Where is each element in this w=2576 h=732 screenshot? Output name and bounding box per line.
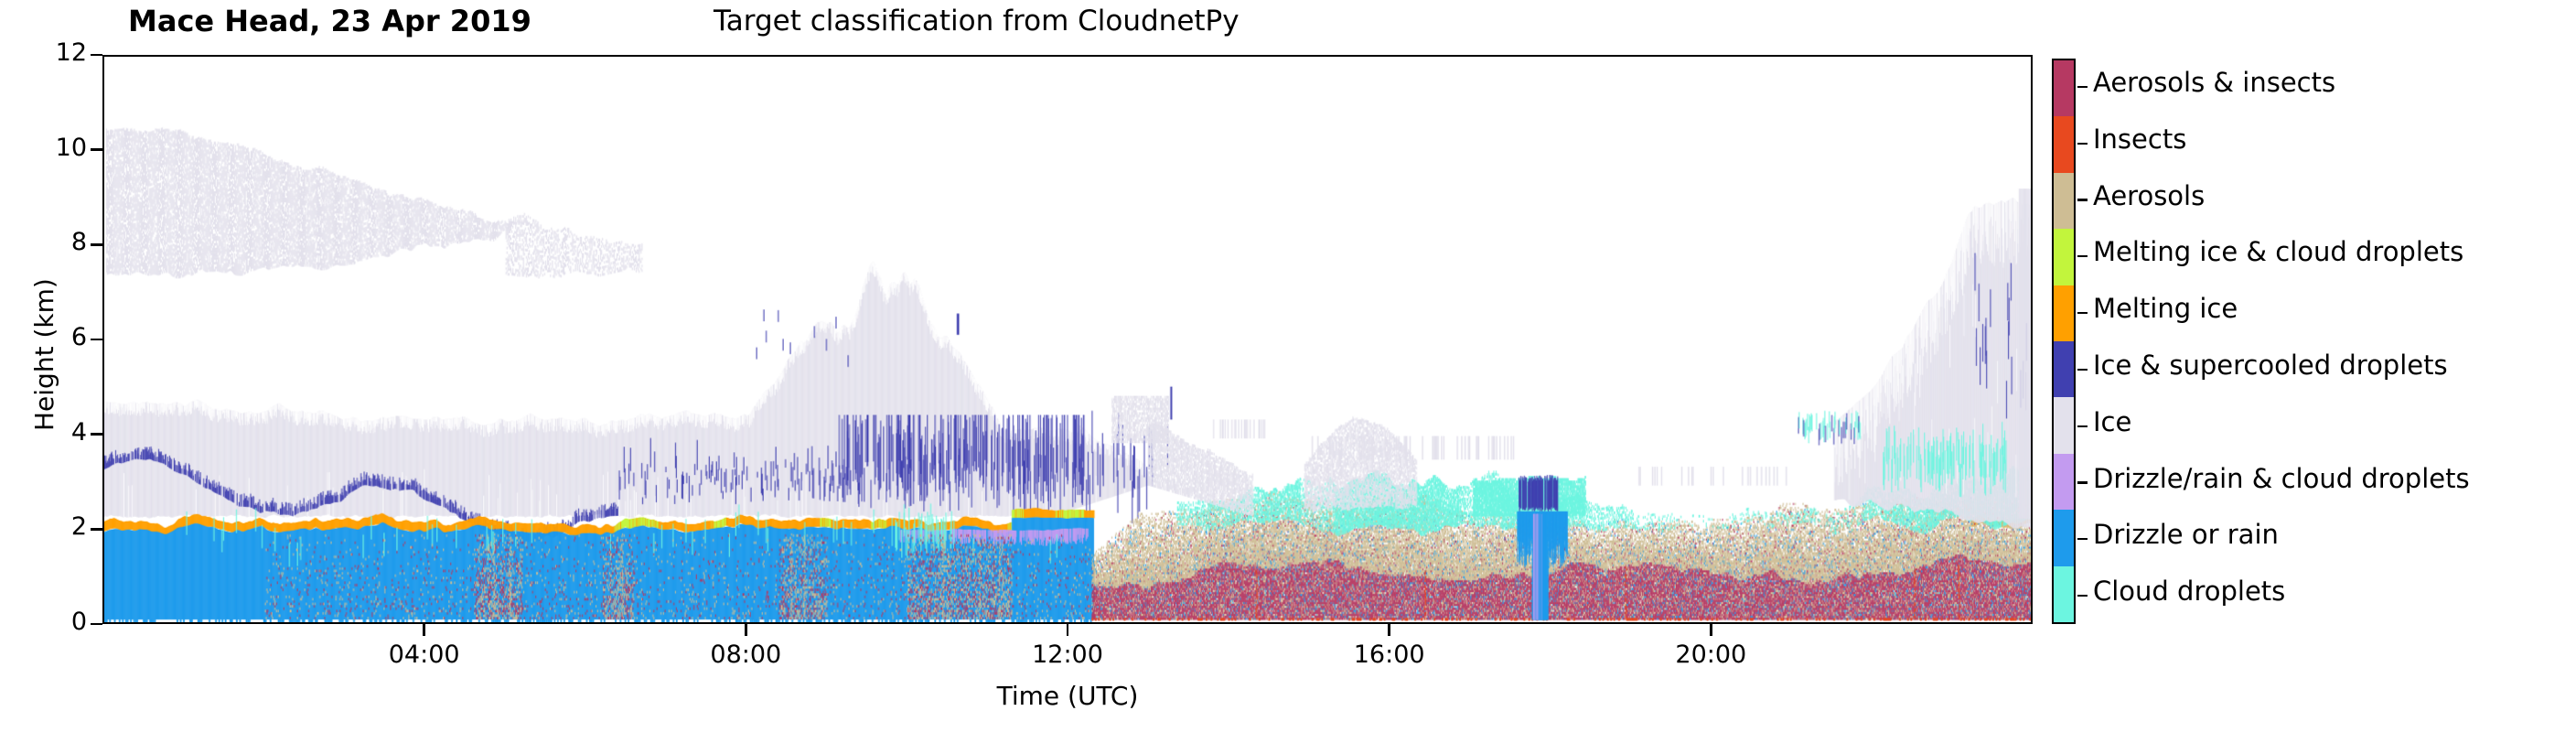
legend-swatch[interactable] [2054, 229, 2074, 285]
legend-tick [2077, 85, 2088, 89]
legend-tick [2077, 142, 2088, 145]
x-axis-tick-label: 16:00 [1353, 640, 1425, 669]
y-axis-tick-label: 8 [70, 228, 87, 257]
y-axis-label: Height (km) [29, 278, 59, 431]
page-title: Target classification from CloudnetPy [714, 5, 1240, 38]
legend-swatch[interactable] [2054, 565, 2074, 623]
y-axis-tick-label: 6 [70, 323, 87, 351]
y-axis-tick [91, 338, 102, 341]
legend-tick [2077, 481, 2088, 484]
y-axis-tick-label: 12 [55, 38, 87, 67]
x-axis-tick-label: 20:00 [1675, 640, 1747, 669]
legend-swatch[interactable] [2054, 60, 2074, 117]
x-axis-tick [1710, 624, 1712, 636]
legend-tick [2077, 199, 2088, 201]
x-axis-label: Time (UTC) [996, 681, 1139, 711]
y-axis-tick-label: 0 [70, 608, 87, 636]
x-axis-tick [745, 624, 747, 636]
y-axis-tick [91, 53, 102, 57]
x-axis-tick [423, 624, 425, 636]
x-axis-tick-label: 12:00 [1032, 640, 1103, 669]
x-axis-tick [1066, 624, 1069, 636]
legend-label: Aerosols & insects [2093, 66, 2336, 98]
legend-label: Drizzle/rain & cloud droplets [2093, 462, 2470, 494]
x-axis-tick [1388, 624, 1390, 636]
y-axis-tick-label: 10 [55, 133, 87, 162]
legend-swatch[interactable] [2054, 172, 2074, 230]
legend-swatch[interactable] [2054, 510, 2074, 566]
legend-swatch[interactable] [2054, 397, 2074, 454]
legend-tick [2077, 425, 2088, 427]
y-axis-tick-label: 4 [70, 417, 87, 447]
plot-area [102, 55, 2033, 624]
legend-tick [2077, 311, 2088, 315]
legend-label: Ice & supercooled droplets [2093, 349, 2448, 381]
legend-colorbar [2052, 59, 2076, 624]
legend-label: Melting ice [2093, 293, 2238, 325]
site-date-title: Mace Head, 23 Apr 2019 [128, 4, 531, 38]
legend-tick [2077, 538, 2088, 541]
legend-tick [2077, 594, 2088, 597]
y-axis-tick [91, 243, 102, 246]
classification-heatmap [104, 57, 2031, 622]
legend-label: Aerosols [2093, 179, 2206, 211]
legend-tick [2077, 255, 2088, 258]
legend-label: Ice [2093, 405, 2132, 437]
legend-swatch[interactable] [2054, 341, 2074, 398]
x-axis-tick-label: 08:00 [710, 640, 782, 669]
figure-root: Mace Head, 23 Apr 2019 Target classifica… [0, 0, 2576, 732]
legend-tick [2077, 368, 2088, 371]
y-axis-tick [91, 433, 102, 436]
x-axis-tick-label: 04:00 [388, 640, 460, 669]
legend-label: Melting ice & cloud droplets [2093, 236, 2464, 268]
y-axis-tick [91, 528, 102, 531]
y-axis-tick [91, 622, 102, 626]
legend-swatch[interactable] [2054, 116, 2074, 173]
legend-swatch[interactable] [2054, 453, 2074, 511]
legend-label: Drizzle or rain [2093, 519, 2279, 551]
legend-label: Cloud droplets [2093, 576, 2286, 608]
y-axis-tick [91, 148, 102, 151]
y-axis-tick-label: 2 [70, 512, 87, 542]
legend-label: Insects [2093, 123, 2187, 155]
legend-swatch[interactable] [2054, 285, 2074, 342]
